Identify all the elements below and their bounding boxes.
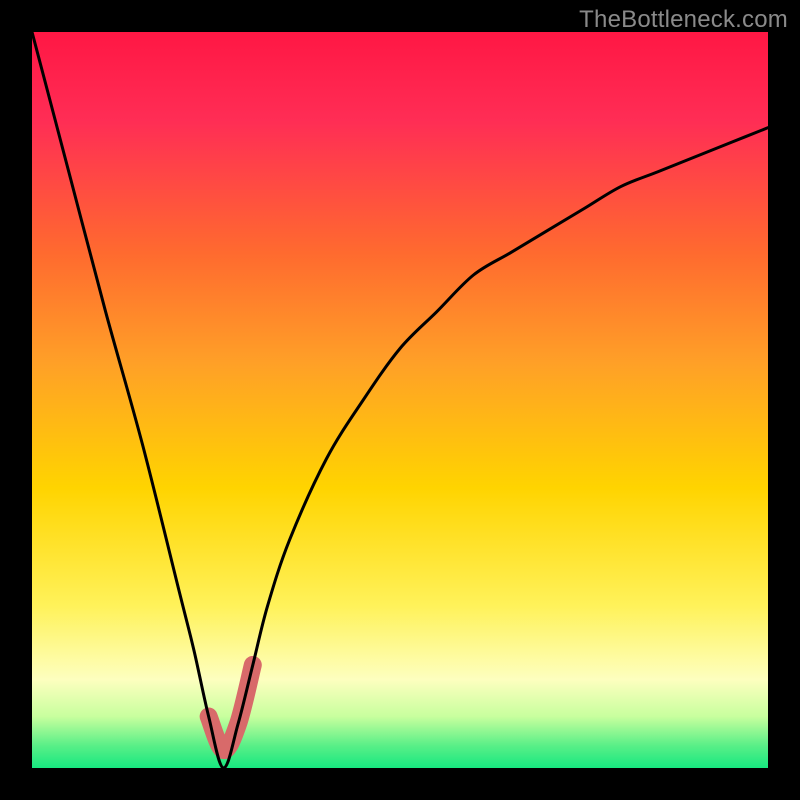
bottleneck-curve [32, 32, 768, 768]
watermark-text: TheBottleneck.com [579, 6, 788, 34]
bottleneck-curve-svg [32, 32, 768, 768]
highlight-segment [209, 665, 253, 750]
chart-frame: TheBottleneck.com [0, 0, 800, 800]
plot-area [32, 32, 768, 768]
